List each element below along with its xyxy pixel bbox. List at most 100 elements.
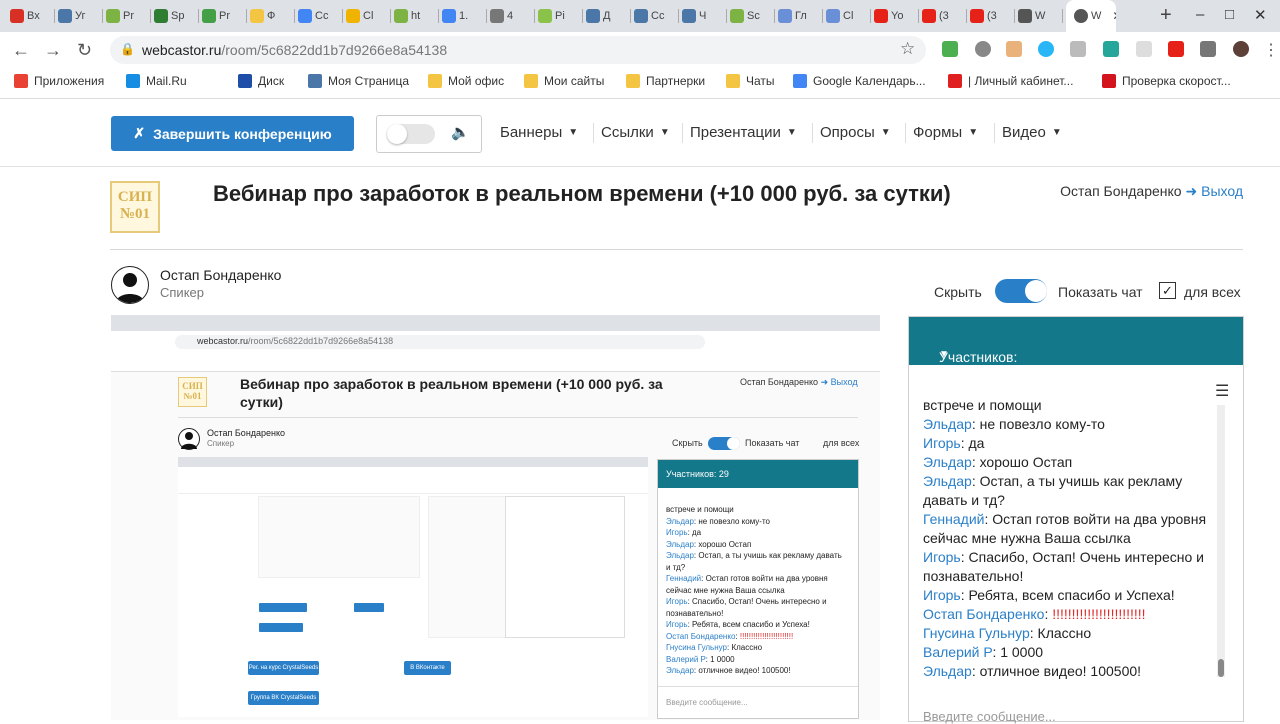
browser-tab[interactable]: Sp: [154, 6, 194, 26]
message-text: да: [692, 528, 702, 537]
forward-icon[interactable]: →: [44, 40, 62, 61]
browser-tab[interactable]: Ч: [682, 6, 722, 26]
browser-tab-label: (3: [939, 10, 949, 22]
end-conference-button[interactable]: ✗ Завершить конференцию: [111, 116, 354, 151]
extension-monitor-icon[interactable]: [1070, 41, 1086, 57]
extension-se-icon[interactable]: [1200, 41, 1216, 57]
new-tab-button[interactable]: +: [1160, 4, 1172, 27]
maximize-icon[interactable]: □: [1225, 6, 1234, 23]
minimize-icon[interactable]: –: [1196, 6, 1204, 23]
extension-face-icon[interactable]: [1006, 41, 1022, 57]
nested-url: webcastor.ru/room/5c6822dd1b7d9266e8a541…: [197, 336, 394, 346]
nested-title: Вебинар про заработок в реальном времени…: [240, 376, 663, 410]
tab-separator: [438, 9, 439, 23]
for-all-checkbox[interactable]: ✓: [1159, 282, 1176, 299]
chat-menu-icon[interactable]: ☰: [1215, 381, 1229, 401]
bookmark-item[interactable]: Диск: [238, 74, 284, 88]
bookmark-item[interactable]: Проверка скорост...: [1102, 74, 1231, 88]
sound-toggle[interactable]: [387, 124, 435, 144]
youtube-icon: [970, 9, 984, 23]
browser-tab[interactable]: W: [1018, 6, 1058, 26]
doc-icon: [298, 9, 312, 23]
chat-header[interactable]: Участников: 29 ▼: [909, 317, 1243, 381]
speaker-volume-icon[interactable]: 🔈: [451, 123, 470, 141]
message-author: Игорь: [923, 587, 961, 603]
address-bar[interactable]: 🔒 webcastor.ru/room/5c6822dd1b7d9266e8a5…: [110, 36, 926, 64]
bookmark-label: Диск: [258, 74, 285, 88]
extension-icon[interactable]: [975, 41, 991, 57]
browser-tab-label: Сс: [315, 10, 329, 22]
browser-tab[interactable]: 1.: [442, 6, 482, 26]
extension-edit-icon[interactable]: [1103, 41, 1119, 57]
menu-dropdown[interactable]: Формы ▼: [913, 124, 978, 141]
browser-tab[interactable]: Cl: [826, 6, 866, 26]
menu-dropdown[interactable]: Ссылки ▼: [601, 124, 670, 141]
browser-tab[interactable]: ht: [394, 6, 434, 26]
logout-link[interactable]: ➜ Выход: [1185, 183, 1243, 199]
chat-input[interactable]: Введите сообщение...: [923, 709, 1056, 724]
bookmark-item[interactable]: Mail.Ru: [126, 74, 187, 88]
browser-tab-label: ht: [411, 10, 421, 22]
browser-tab[interactable]: Сс: [634, 6, 674, 26]
browser-tab[interactable]: (3: [922, 6, 962, 26]
close-window-icon[interactable]: ✕: [1254, 6, 1267, 24]
menu-dropdown[interactable]: Баннеры ▼: [500, 124, 578, 141]
bookmark-item[interactable]: Чаты: [726, 74, 775, 88]
extension-check-icon[interactable]: [1038, 41, 1054, 57]
bookmark-item[interactable]: Партнерки: [626, 74, 705, 88]
browser-tab[interactable]: Вх: [10, 6, 50, 26]
chat-scroll-thumb[interactable]: [1218, 659, 1224, 677]
code-icon: [730, 9, 744, 23]
browser-tab[interactable]: Pr: [202, 6, 242, 26]
avatar: [111, 266, 149, 304]
back-icon[interactable]: ←: [12, 40, 30, 61]
bookmark-item[interactable]: | Личный кабинет...: [948, 74, 1073, 88]
calendar-icon: [793, 74, 807, 88]
chat-message: Геннадий: Остап готов войти на два уровн…: [666, 574, 828, 595]
vk-group-button: Группа ВК CrystalSeeds: [248, 691, 319, 705]
show-chat-toggle[interactable]: [995, 279, 1047, 303]
extension-youtube-icon[interactable]: [1168, 41, 1184, 57]
nested-toolbar: webcastor.ru/room/5c6822dd1b7d9266e8a541…: [111, 331, 880, 372]
bookmark-item[interactable]: Google Календарь...: [793, 74, 926, 88]
bookmark-item[interactable]: Мои сайты: [524, 74, 604, 88]
tab-separator: [390, 9, 391, 23]
bookmark-item[interactable]: Мой офис: [428, 74, 504, 88]
tab-separator: [822, 9, 823, 23]
chat-scrollbar[interactable]: [1217, 405, 1225, 677]
browser-tab[interactable]: Сс: [298, 6, 338, 26]
star-icon[interactable]: ☆: [900, 39, 915, 59]
browser-tab[interactable]: Д: [586, 6, 626, 26]
browser-tab[interactable]: Yo: [874, 6, 914, 26]
menu-dropdown[interactable]: Опросы ▼: [820, 124, 891, 141]
message-text: отличное видео! 100500!: [979, 663, 1142, 679]
browser-tab[interactable]: 4: [490, 6, 530, 26]
download-extension-icon[interactable]: [942, 41, 958, 57]
menu-dropdown[interactable]: Презентации ▼: [690, 124, 797, 141]
message-author: Эльдар: [923, 473, 972, 489]
chat-message: Игорь: Спасибо, Остап! Очень интересно и…: [666, 597, 827, 618]
tab-separator: [54, 9, 55, 23]
reload-icon[interactable]: ↻: [77, 40, 92, 61]
bookmark-item[interactable]: Моя Страница: [308, 74, 409, 88]
bookmark-label: Мой офис: [448, 74, 505, 88]
close-tab-icon[interactable]: ✕: [1112, 9, 1116, 23]
browser-tab[interactable]: Pr: [106, 6, 146, 26]
browser-tab-label: Ф: [267, 10, 276, 22]
menu-dropdown[interactable]: Видео ▼: [1002, 124, 1062, 141]
browser-tab[interactable]: Уг: [58, 6, 98, 26]
browser-tab[interactable]: Cl: [346, 6, 386, 26]
browser-tab[interactable]: Гл: [778, 6, 818, 26]
extension-page-icon[interactable]: [1136, 41, 1152, 57]
browser-tab[interactable]: Sc: [730, 6, 770, 26]
browser-tab[interactable]: Ф: [250, 6, 290, 26]
active-browser-tab[interactable]: W✕: [1066, 0, 1116, 32]
browser-menu-icon[interactable]: ⋮: [1263, 40, 1279, 60]
speaker-role: Спикер: [160, 285, 204, 300]
extension-apple-icon[interactable]: [1233, 41, 1249, 57]
browser-tab[interactable]: (3: [970, 6, 1010, 26]
tab-separator: [246, 9, 247, 23]
browser-tab[interactable]: Pi: [538, 6, 578, 26]
bookmark-item[interactable]: Приложения: [14, 74, 104, 88]
bookmarks-bar: Приложения Mail.Ru Диск Моя Страница Мой офи…: [0, 68, 1280, 99]
